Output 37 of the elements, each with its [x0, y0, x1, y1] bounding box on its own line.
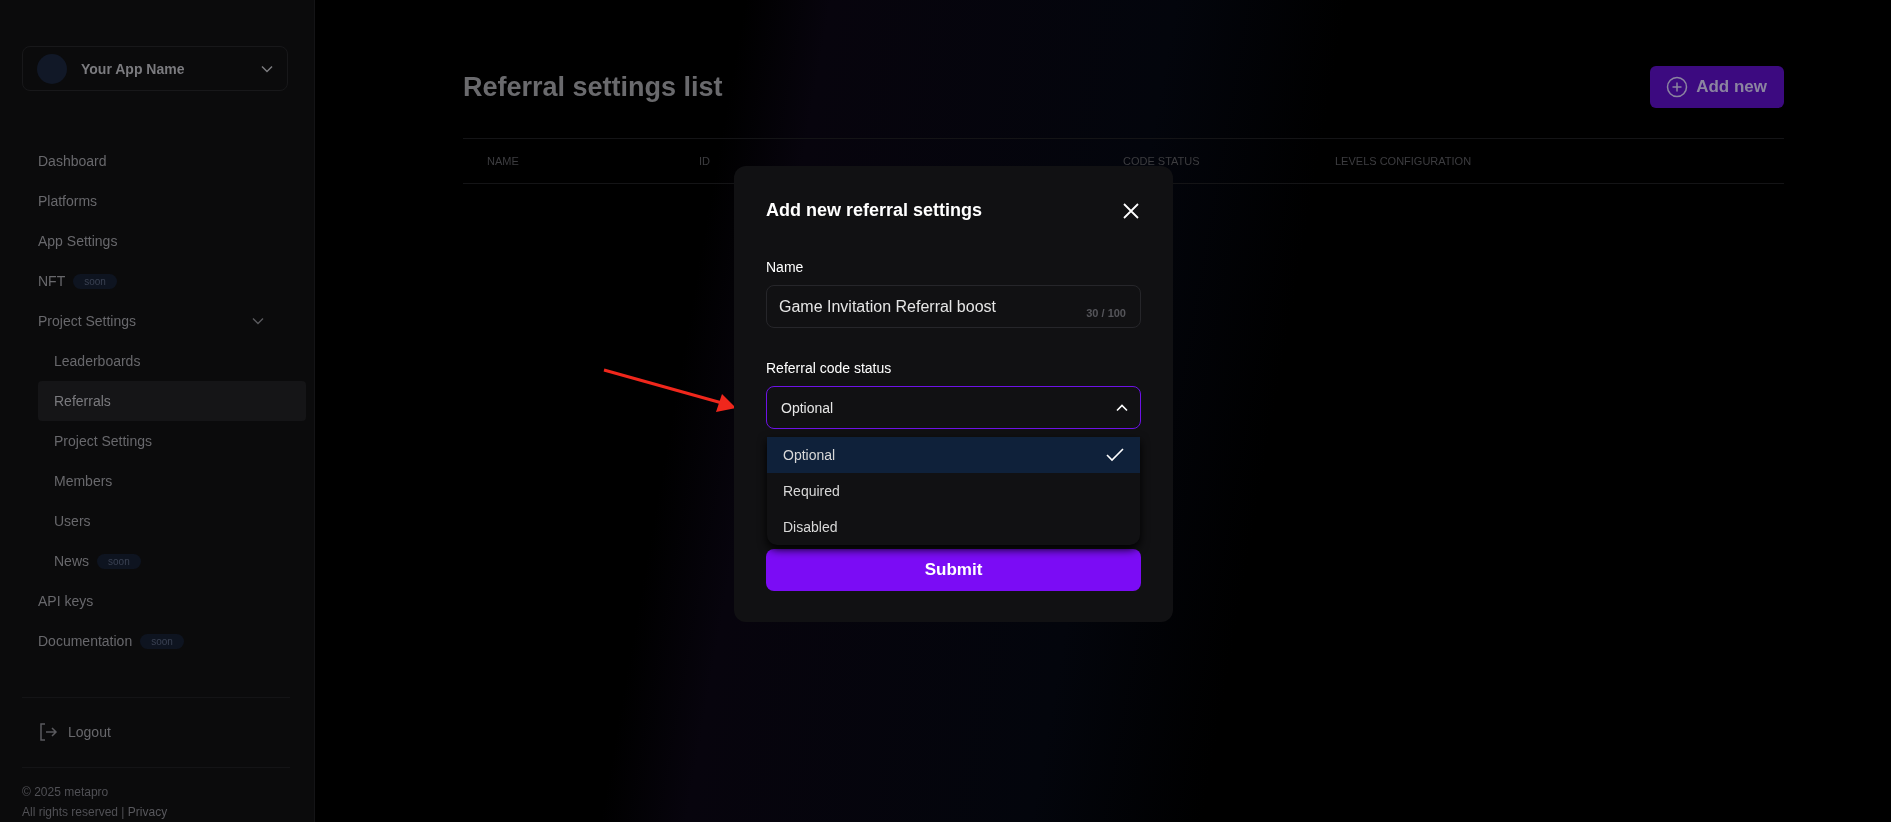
submit-button[interactable]: Submit — [766, 549, 1141, 591]
nav-item[interactable]: Project Settings — [22, 301, 290, 342]
column-header: ID — [699, 155, 711, 167]
column-header: LEVELS CONFIGURATION — [1335, 155, 1473, 167]
copyright-text: © 2025 metapro — [22, 784, 110, 801]
field-label: Referral code status — [766, 360, 893, 376]
column-header: CODE STATUS — [1123, 155, 1201, 167]
check-icon — [1106, 448, 1124, 462]
dialog-title: Add new referral settings — [766, 200, 983, 221]
logout-button[interactable]: Logout — [22, 697, 314, 768]
status-select[interactable]: Optional — [766, 386, 1141, 429]
dropdown-option[interactable]: Required — [767, 473, 1140, 509]
rights-text: All rights reserved | — [22, 805, 125, 819]
app-avatar-icon — [37, 53, 67, 84]
field-label: Name — [766, 259, 805, 275]
name-field[interactable]: Game Invitation Referral boost 30 / 100 — [766, 285, 1141, 328]
app-switcher[interactable]: Your App Name — [22, 46, 288, 92]
chevron-icon — [261, 64, 273, 73]
column-header: NAME — [487, 155, 520, 167]
page-title: Referral settings list — [463, 71, 723, 103]
nav-item[interactable]: Project Settings — [38, 421, 306, 462]
nav-item[interactable]: API keys — [22, 581, 290, 622]
dropdown-option[interactable]: Disabled — [767, 509, 1140, 545]
nav-item[interactable]: Referrals — [38, 381, 306, 422]
dropdown-option[interactable]: Optional — [767, 437, 1140, 473]
close-button[interactable] — [1121, 200, 1141, 221]
nav-item[interactable]: Platforms — [22, 181, 290, 222]
nav-item[interactable]: App Settings — [22, 221, 290, 262]
logout-icon — [38, 722, 58, 743]
add-new-button[interactable]: Add new — [1650, 66, 1784, 108]
character-counter: 30 / 100 — [1086, 307, 1126, 319]
nav-item[interactable]: Leaderboards — [38, 341, 306, 382]
nav-item[interactable]: Dashboard — [22, 141, 290, 182]
plus-circle-icon — [1666, 76, 1689, 98]
nav-item[interactable]: Members — [38, 461, 306, 502]
nav-item[interactable]: Users — [38, 501, 306, 542]
privacy-link[interactable]: Privacy — [127, 805, 168, 819]
